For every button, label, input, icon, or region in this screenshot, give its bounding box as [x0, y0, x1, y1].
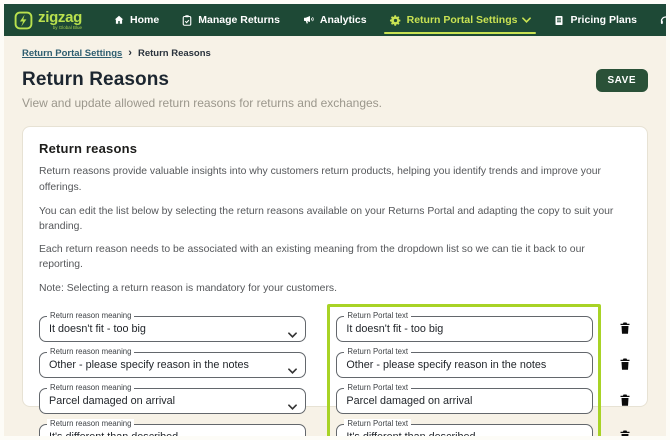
return-reasons-card: Return reasons Return reasons provide va… [22, 126, 648, 436]
delete-row-trash-icon[interactable] [619, 321, 631, 335]
return-portal-text-field[interactable]: Return Portal text [336, 347, 593, 379]
nav-menu: Home Manage Returns Analytics Return Por… [104, 4, 666, 36]
megaphone-icon [302, 14, 315, 26]
return-reason-row: Return reason meaning It's different tha… [39, 419, 631, 440]
delete-row-trash-icon[interactable] [619, 393, 631, 407]
logo-tagline-text: by Global Blue [52, 24, 83, 30]
gear-icon [389, 14, 402, 27]
logo-brand-text: zigzag [38, 8, 83, 26]
select-chevron-icon [288, 325, 298, 343]
return-portal-text-input[interactable] [346, 431, 583, 436]
nav-item-manage-returns[interactable]: Manage Returns [172, 4, 289, 36]
save-button[interactable]: SAVE [595, 69, 648, 92]
nav-item-label: Manage Returns [198, 14, 280, 26]
input-label: Return Portal text [344, 311, 412, 321]
page-subtitle: View and update allowed return reasons f… [22, 96, 383, 110]
nav-item-pricing-plans[interactable]: Pricing Plans [544, 4, 646, 36]
nav-item-label: Analytics [319, 14, 367, 26]
select-label: Return reason meaning [47, 419, 135, 429]
return-reason-meaning-select[interactable]: Return reason meaning Parcel damaged on … [39, 383, 307, 415]
select-value: Other - please specify reason in the not… [49, 359, 249, 372]
return-portal-text-field[interactable]: Return Portal text [336, 419, 593, 436]
input-label: Return Portal text [344, 383, 412, 393]
nav-item-label: Home [130, 14, 160, 26]
delete-row-trash-icon[interactable] [619, 357, 631, 371]
delete-row-trash-icon[interactable] [619, 429, 631, 436]
return-reason-row: Return reason meaning Other - please spe… [39, 347, 631, 383]
card-instruction-3: Note: Selecting a return reason is manda… [39, 282, 338, 294]
select-value: It's different than described [49, 431, 179, 440]
select-label: Return reason meaning [47, 383, 135, 393]
breadcrumb-link-return-portal-settings[interactable]: Return Portal Settings [22, 48, 122, 59]
card-instruction-2: Each return reason needs to be associate… [39, 244, 585, 270]
return-reason-meaning-select[interactable]: Return reason meaning Other - please spe… [39, 347, 307, 379]
select-value: It doesn't fit - too big [49, 323, 146, 336]
select-label: Return reason meaning [47, 347, 135, 357]
select-label: Return reason meaning [47, 311, 135, 321]
clipboard-icon [181, 14, 193, 27]
document-icon [553, 14, 565, 27]
page-header: Return Reasons View and update allowed r… [22, 69, 648, 110]
breadcrumb-current: Return Reasons [137, 48, 211, 59]
select-chevron-icon [288, 397, 298, 415]
return-reason-row: Return reason meaning It doesn't fit - t… [39, 311, 631, 347]
card-description: Return reasons provide valuable insights… [39, 166, 601, 194]
return-reason-row: Return reason meaning Parcel damaged on … [39, 383, 631, 419]
breadcrumb: Return Portal Settings › Return Reasons [22, 47, 648, 60]
home-icon [113, 14, 125, 26]
nav-item-home[interactable]: Home [104, 4, 168, 36]
nav-item-return-portal-settings[interactable]: Return Portal Settings [380, 4, 541, 36]
input-label: Return Portal text [344, 419, 412, 429]
zigzag-logo[interactable]: zigzag by Global Blue [14, 4, 82, 36]
return-portal-text-field[interactable]: Return Portal text [336, 311, 593, 343]
return-portal-text-input[interactable] [346, 323, 583, 336]
headset-icon [659, 14, 666, 27]
return-portal-text-input[interactable] [346, 359, 583, 372]
zigzag-bolt-icon [14, 11, 33, 30]
return-portal-text-field[interactable]: Return Portal text [336, 383, 593, 415]
nav-item-label: Pricing Plans [570, 14, 637, 26]
chevron-down-icon [522, 17, 532, 23]
return-reason-meaning-select[interactable]: Return reason meaning It's different tha… [39, 419, 307, 440]
nav-item-help[interactable]: Help [650, 4, 666, 36]
app-window: zigzag by Global Blue Home Manage Return… [0, 0, 670, 440]
nav-item-analytics[interactable]: Analytics [293, 4, 376, 36]
select-value: Parcel damaged on arrival [49, 395, 176, 408]
nav-item-label: Return Portal Settings [406, 14, 518, 26]
page-content: Return Portal Settings › Return Reasons … [4, 36, 666, 436]
return-reason-meaning-select[interactable]: Return reason meaning It doesn't fit - t… [39, 311, 307, 343]
return-portal-text-input[interactable] [346, 395, 583, 408]
select-chevron-icon [288, 361, 298, 379]
return-reason-rows: Return reason meaning It doesn't fit - t… [39, 304, 631, 440]
input-label: Return Portal text [344, 347, 412, 357]
card-heading: Return reasons [39, 141, 138, 156]
select-chevron-icon [288, 433, 297, 436]
breadcrumb-separator-icon: › [128, 47, 132, 59]
card-instruction-1: You can edit the list below by selecting… [39, 206, 614, 232]
page-title: Return Reasons [22, 69, 170, 90]
top-navbar: zigzag by Global Blue Home Manage Return… [4, 4, 666, 36]
